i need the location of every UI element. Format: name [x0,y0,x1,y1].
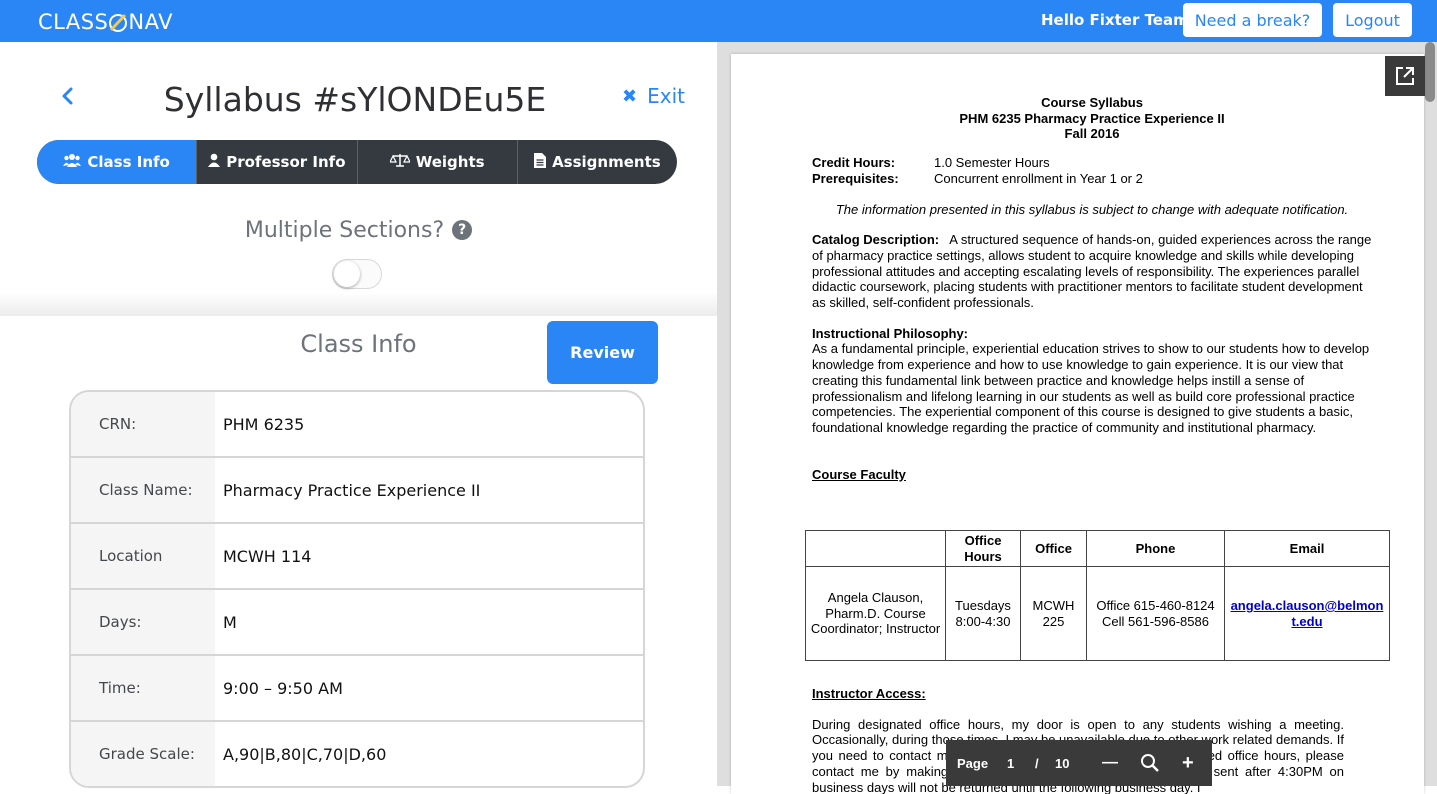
time-field[interactable]: 9:00 – 9:50 AM [215,656,643,720]
location-field[interactable]: MCWH 114 [215,524,643,588]
open-external-icon[interactable] [1385,56,1425,96]
tab-label: Weights [415,153,485,171]
user-icon [208,153,221,171]
pdf-page: Course Syllabus PHM 6235 Pharmacy Practi… [731,54,1424,794]
total-pages: 10 [1055,755,1070,771]
location-label: Location [71,524,215,588]
crn-label: CRN: [71,392,215,456]
pdf-toolbar: Page 1 / 10 — + [946,740,1212,786]
multiple-sections-heading: Multiple Sections?? [0,218,717,243]
pdf-scrollbar[interactable] [1425,42,1435,102]
doc-course: PHM 6235 Pharmacy Practice Experience II [959,110,1225,126]
pdf-viewer: Course Syllabus PHM 6235 Pharmacy Practi… [717,42,1437,794]
faculty-email-link[interactable]: angela.clauson@belmont.edu [1231,598,1384,629]
tab-weights[interactable]: Weights [358,140,518,184]
logout-button[interactable]: Logout [1333,3,1412,37]
faculty-office: MCWH 225 [1020,566,1087,661]
exit-label: Exit [647,84,685,108]
multiple-sections-toggle[interactable] [332,259,382,289]
table-row: Class Name: Pharmacy Practice Experience… [71,458,643,524]
prerequisites-line: Prerequisites: Concurrent enrollment in … [812,170,1143,186]
logo-text-left: CLASS [38,10,109,34]
document-icon [534,152,547,172]
tab-professor-info[interactable]: Professor Info [197,140,358,184]
review-button[interactable]: Review [547,321,658,384]
section-tabs: Class Info Professor Info Weights Assign… [37,140,677,184]
doc-title: Course Syllabus [1041,95,1143,110]
grade-scale-label: Grade Scale: [71,722,215,786]
section-divider [0,292,717,316]
faculty-name: Angela Clauson, Pharm.D. Course Coordina… [805,566,946,661]
days-label: Days: [71,590,215,654]
change-notice: The information presented in this syllab… [835,201,1349,217]
credit-hours-line: Credit Hours: 1.0 Semester Hours [812,155,1050,171]
table-row: Location MCWH 114 [71,524,643,590]
need-a-break-button[interactable]: Need a break? [1183,3,1322,37]
days-field[interactable]: M [215,590,643,654]
zoom-icon[interactable] [1140,753,1160,776]
zoom-out-button[interactable]: — [1102,754,1118,772]
tab-label: Professor Info [226,153,346,171]
table-row: Angela Clauson, Pharm.D. Course Coordina… [805,566,1390,661]
close-icon: ✖ [622,85,638,107]
faculty-table: Office Hours Office Phone Email Angela C… [805,530,1390,661]
faculty-hours: Tuesdays 8:00-4:30 [945,566,1021,661]
back-chevron-icon[interactable] [60,86,78,105]
current-page-input[interactable]: 1 [1007,756,1014,771]
table-row: CRN: PHM 6235 [71,392,643,458]
users-icon [63,153,82,171]
class-name-field[interactable]: Pharmacy Practice Experience II [215,458,643,522]
tab-label: Class Info [87,153,170,171]
faculty-phone: Office 615-460-8124 Cell 561-596-8586 [1086,566,1225,661]
classnav-logo[interactable]: CLASS NAV [38,10,173,34]
syllabus-editor-panel: Syllabus #sYlONDEu5E ✖ Exit Class Info P… [0,42,717,788]
exit-button[interactable]: ✖ Exit [622,84,685,108]
zoom-in-button[interactable]: + [1182,752,1194,775]
instructional-philosophy: Instructional Philosophy: As a fundament… [812,325,1370,435]
greeting-text: Hello Fixter Team [1041,11,1189,29]
compass-icon [107,11,129,33]
tab-label: Assignments [552,153,661,171]
instructor-access-heading: Instructor Access: [812,686,926,701]
page-label: Page [957,755,989,771]
table-row: Days: M [71,590,643,656]
grade-scale-field[interactable]: A,90|B,80|C,70|D,60 [215,722,643,786]
class-info-table: CRN: PHM 6235 Class Name: Pharmacy Pract… [69,390,645,788]
table-row: Grade Scale: A,90|B,80|C,70|D,60 [71,722,643,786]
tab-assignments[interactable]: Assignments [518,140,677,184]
table-row: Time: 9:00 – 9:50 AM [71,656,643,722]
scale-icon [388,153,411,171]
class-name-label: Class Name: [71,458,215,522]
syllabus-document: Course Syllabus PHM 6235 Pharmacy Practi… [812,95,1372,482]
page-title: Syllabus #sYlONDEu5E [163,80,547,119]
time-label: Time: [71,656,215,720]
logo-text-right: NAV [128,10,173,34]
multiple-sections-label: Multiple Sections? [244,218,445,243]
question-circle-icon[interactable]: ? [452,220,473,240]
catalog-description: Catalog Description: A structured sequen… [812,232,1372,311]
table-row: Office Hours Office Phone Email [805,530,1390,567]
toggle-knob [334,261,360,287]
course-faculty-heading: Course Faculty [812,466,906,482]
tab-class-info[interactable]: Class Info [37,140,198,184]
page-separator: / [1035,755,1039,771]
top-navbar: CLASS NAV Hello Fixter Team Need a break… [0,0,1437,42]
crn-field[interactable]: PHM 6235 [215,392,643,456]
doc-term: Fall 2016 [1064,126,1120,142]
